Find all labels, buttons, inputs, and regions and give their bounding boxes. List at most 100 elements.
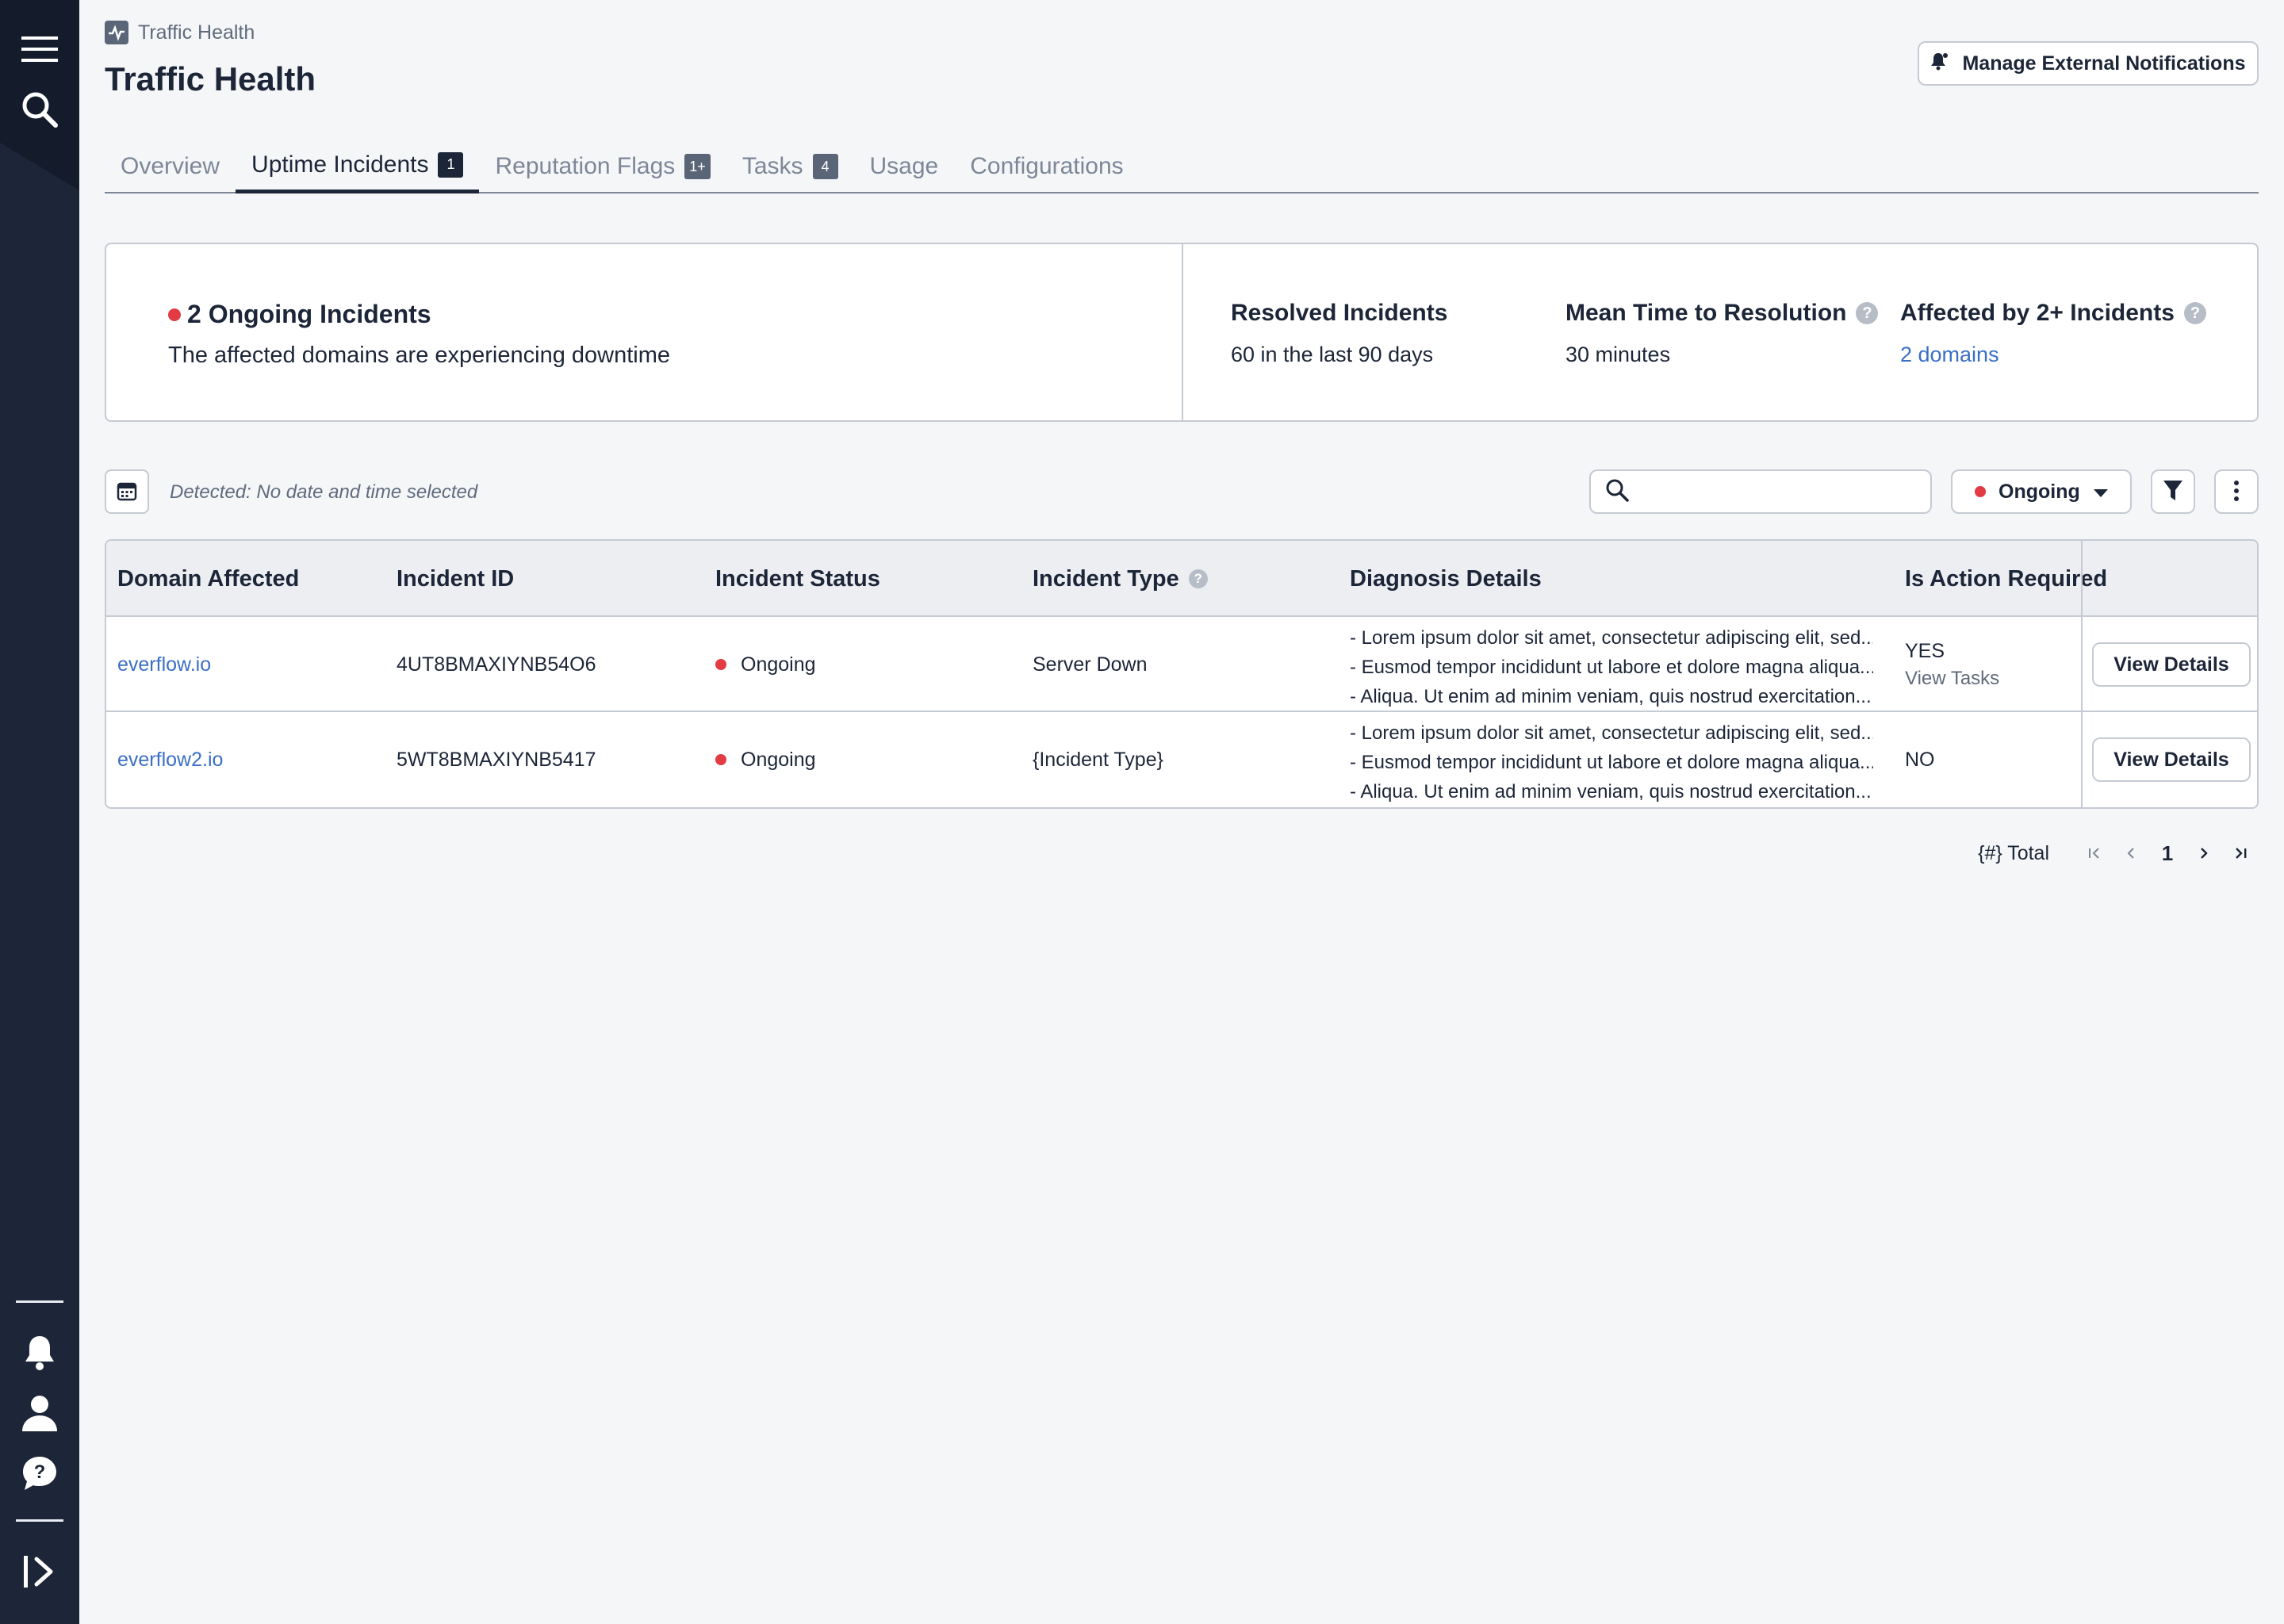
tab-count-badge: 1	[438, 151, 464, 178]
view-details-button[interactable]: View Details	[2092, 642, 2251, 687]
tab-overview[interactable]: Overview	[105, 140, 236, 193]
last-page-icon[interactable]	[2222, 839, 2259, 868]
pagination: {#} Total 1	[1978, 839, 2259, 868]
column-header-type[interactable]: Incident Type ?	[1033, 541, 1208, 617]
first-page-icon[interactable]	[2076, 839, 2113, 868]
tab-configurations[interactable]: Configurations	[954, 140, 1139, 193]
calendar-icon	[117, 481, 137, 504]
stat-value: 60 in the last 90 days	[1231, 343, 1434, 366]
caret-down-icon	[2093, 481, 2109, 504]
status-filter-dropdown[interactable]: Ongoing	[1951, 469, 2132, 514]
mean-time-to-resolution-stat: Mean Time to Resolution ? 30 minutes	[1565, 300, 1879, 367]
ongoing-status-dot-icon	[1975, 486, 1986, 497]
incident-summary-card: 2 Ongoing Incidents The affected domains…	[105, 243, 2259, 422]
view-tasks-link[interactable]: View Tasks	[1905, 668, 1999, 690]
tab-tasks[interactable]: Tasks 4	[726, 140, 854, 193]
incident-type: Server Down	[1033, 653, 1148, 676]
bell-icon[interactable]	[19, 1332, 60, 1373]
incident-status: Ongoing	[715, 617, 816, 712]
ongoing-title-text: 2 Ongoing Incidents	[187, 300, 431, 328]
help-icon[interactable]: ?	[1188, 569, 1208, 588]
diagnosis-line: - Eusmod tempor incididunt ut labore et …	[1350, 657, 1873, 678]
incident-id: 4UT8BMAXIYNB54O6	[397, 653, 596, 676]
table-row: everflow2.io 5WT8BMAXIYNB5417 Ongoing {I…	[106, 712, 2257, 807]
more-options-button[interactable]	[2214, 469, 2259, 514]
view-details-button[interactable]: View Details	[2092, 737, 2251, 782]
detected-date-range-text: Detected: No date and time selected	[170, 481, 478, 503]
next-page-icon[interactable]	[2186, 839, 2222, 868]
traffic-health-icon	[105, 21, 128, 44]
action-required: YES View Tasks	[1905, 617, 1999, 712]
affected-by-multiple-incidents-stat: Affected by 2+ Incidents ? 2 domains	[1900, 300, 2206, 367]
tab-uptime-incidents[interactable]: Uptime Incidents 1	[236, 140, 480, 193]
tab-count-badge: 1+	[684, 154, 711, 179]
total-count: {#} Total	[1978, 841, 2049, 864]
diagnosis-line: - Aliqua. Ut enim ad minim veniam, quis …	[1350, 686, 1872, 707]
action-required-value: YES	[1905, 639, 1945, 662]
tab-label: Usage	[869, 153, 939, 179]
help-chat-icon[interactable]: ?	[19, 1453, 60, 1494]
manage-external-notifications-button[interactable]: Manage External Notifications	[1918, 41, 2259, 86]
breadcrumb-label[interactable]: Traffic Health	[138, 21, 255, 44]
tab-label: Tasks	[742, 153, 803, 179]
resolved-incidents-stat: Resolved Incidents 60 in the last 90 day…	[1231, 300, 1447, 367]
ongoing-status-dot-icon	[168, 308, 181, 321]
tab-label: Uptime Incidents	[251, 151, 429, 178]
menu-icon[interactable]	[19, 29, 60, 70]
column-header-status[interactable]: Incident Status	[715, 541, 880, 617]
tab-bar: Overview Uptime Incidents 1 Reputation F…	[105, 140, 2259, 193]
stat-title: Affected by 2+ Incidents	[1900, 300, 2175, 326]
action-required: NO	[1905, 712, 1935, 807]
ongoing-status-dot-icon	[715, 659, 726, 670]
status-text: Ongoing	[741, 748, 816, 771]
ongoing-incidents-subtitle: The affected domains are experiencing do…	[168, 343, 671, 368]
main-content: Traffic Health Traffic Health Manage Ext…	[105, 0, 2259, 1624]
incident-type: {Incident Type}	[1033, 748, 1163, 771]
tab-label: Reputation Flags	[495, 153, 676, 179]
column-header-diagnosis[interactable]: Diagnosis Details	[1350, 541, 1542, 617]
domain-link[interactable]: everflow.io	[117, 617, 211, 712]
user-icon[interactable]	[19, 1392, 60, 1434]
ongoing-incidents-panel: 2 Ongoing Incidents The affected domains…	[106, 244, 1183, 420]
action-required-value: NO	[1905, 748, 1935, 771]
tab-reputation-flags[interactable]: Reputation Flags 1+	[479, 140, 726, 193]
tab-usage[interactable]: Usage	[854, 140, 955, 193]
tab-label: Overview	[121, 153, 220, 179]
tab-count-badge: 4	[812, 154, 838, 179]
search-icon	[1605, 478, 1629, 506]
help-icon[interactable]: ?	[2183, 302, 2206, 324]
search-box[interactable]	[1589, 469, 1932, 514]
breadcrumb[interactable]: Traffic Health	[105, 21, 255, 44]
page-title: Traffic Health	[105, 60, 316, 98]
column-header-label: Incident Type	[1033, 565, 1179, 592]
current-page[interactable]: 1	[2149, 839, 2186, 868]
expand-sidebar-icon[interactable]	[19, 1551, 60, 1592]
filter-button[interactable]	[2151, 469, 2195, 514]
affected-domains-link[interactable]: 2 domains	[1900, 343, 2206, 367]
diagnosis-line: - Lorem ipsum dolor sit amet, consectetu…	[1350, 722, 1873, 744]
search-input[interactable]	[1640, 481, 1926, 503]
incident-id: 5WT8BMAXIYNB5417	[397, 748, 596, 771]
column-divider	[2081, 712, 2083, 807]
previous-page-icon[interactable]	[2113, 839, 2149, 868]
diagnosis-line: - Lorem ipsum dolor sit amet, consectetu…	[1350, 627, 1873, 649]
stat-title: Resolved Incidents	[1231, 300, 1448, 326]
column-header-domain[interactable]: Domain Affected	[117, 541, 299, 617]
column-header-action-required[interactable]: Is Action Required	[1905, 541, 2107, 617]
date-picker-button[interactable]	[105, 469, 149, 514]
ongoing-incidents-title: 2 Ongoing Incidents	[168, 300, 431, 329]
svg-text:?: ?	[34, 1461, 46, 1483]
domain-link[interactable]: everflow2.io	[117, 712, 223, 807]
sidebar-divider-bottom	[16, 1519, 63, 1522]
kebab-menu-icon	[2233, 480, 2240, 504]
incidents-table: Domain Affected Incident ID Incident Sta…	[105, 539, 2259, 809]
status-filter-value: Ongoing	[1998, 480, 2080, 503]
help-icon[interactable]: ?	[1856, 302, 1879, 324]
diagnosis-line: - Aliqua. Ut enim ad minim veniam, quis …	[1350, 781, 1872, 802]
search-icon[interactable]	[19, 89, 60, 130]
column-header-incident-id[interactable]: Incident ID	[397, 541, 514, 617]
diagnosis-details: - Lorem ipsum dolor sit amet, consectetu…	[1350, 623, 1873, 711]
stat-value: 30 minutes	[1565, 343, 1671, 366]
diagnosis-details: - Lorem ipsum dolor sit amet, consectetu…	[1350, 718, 1873, 806]
incident-status: Ongoing	[715, 712, 816, 807]
